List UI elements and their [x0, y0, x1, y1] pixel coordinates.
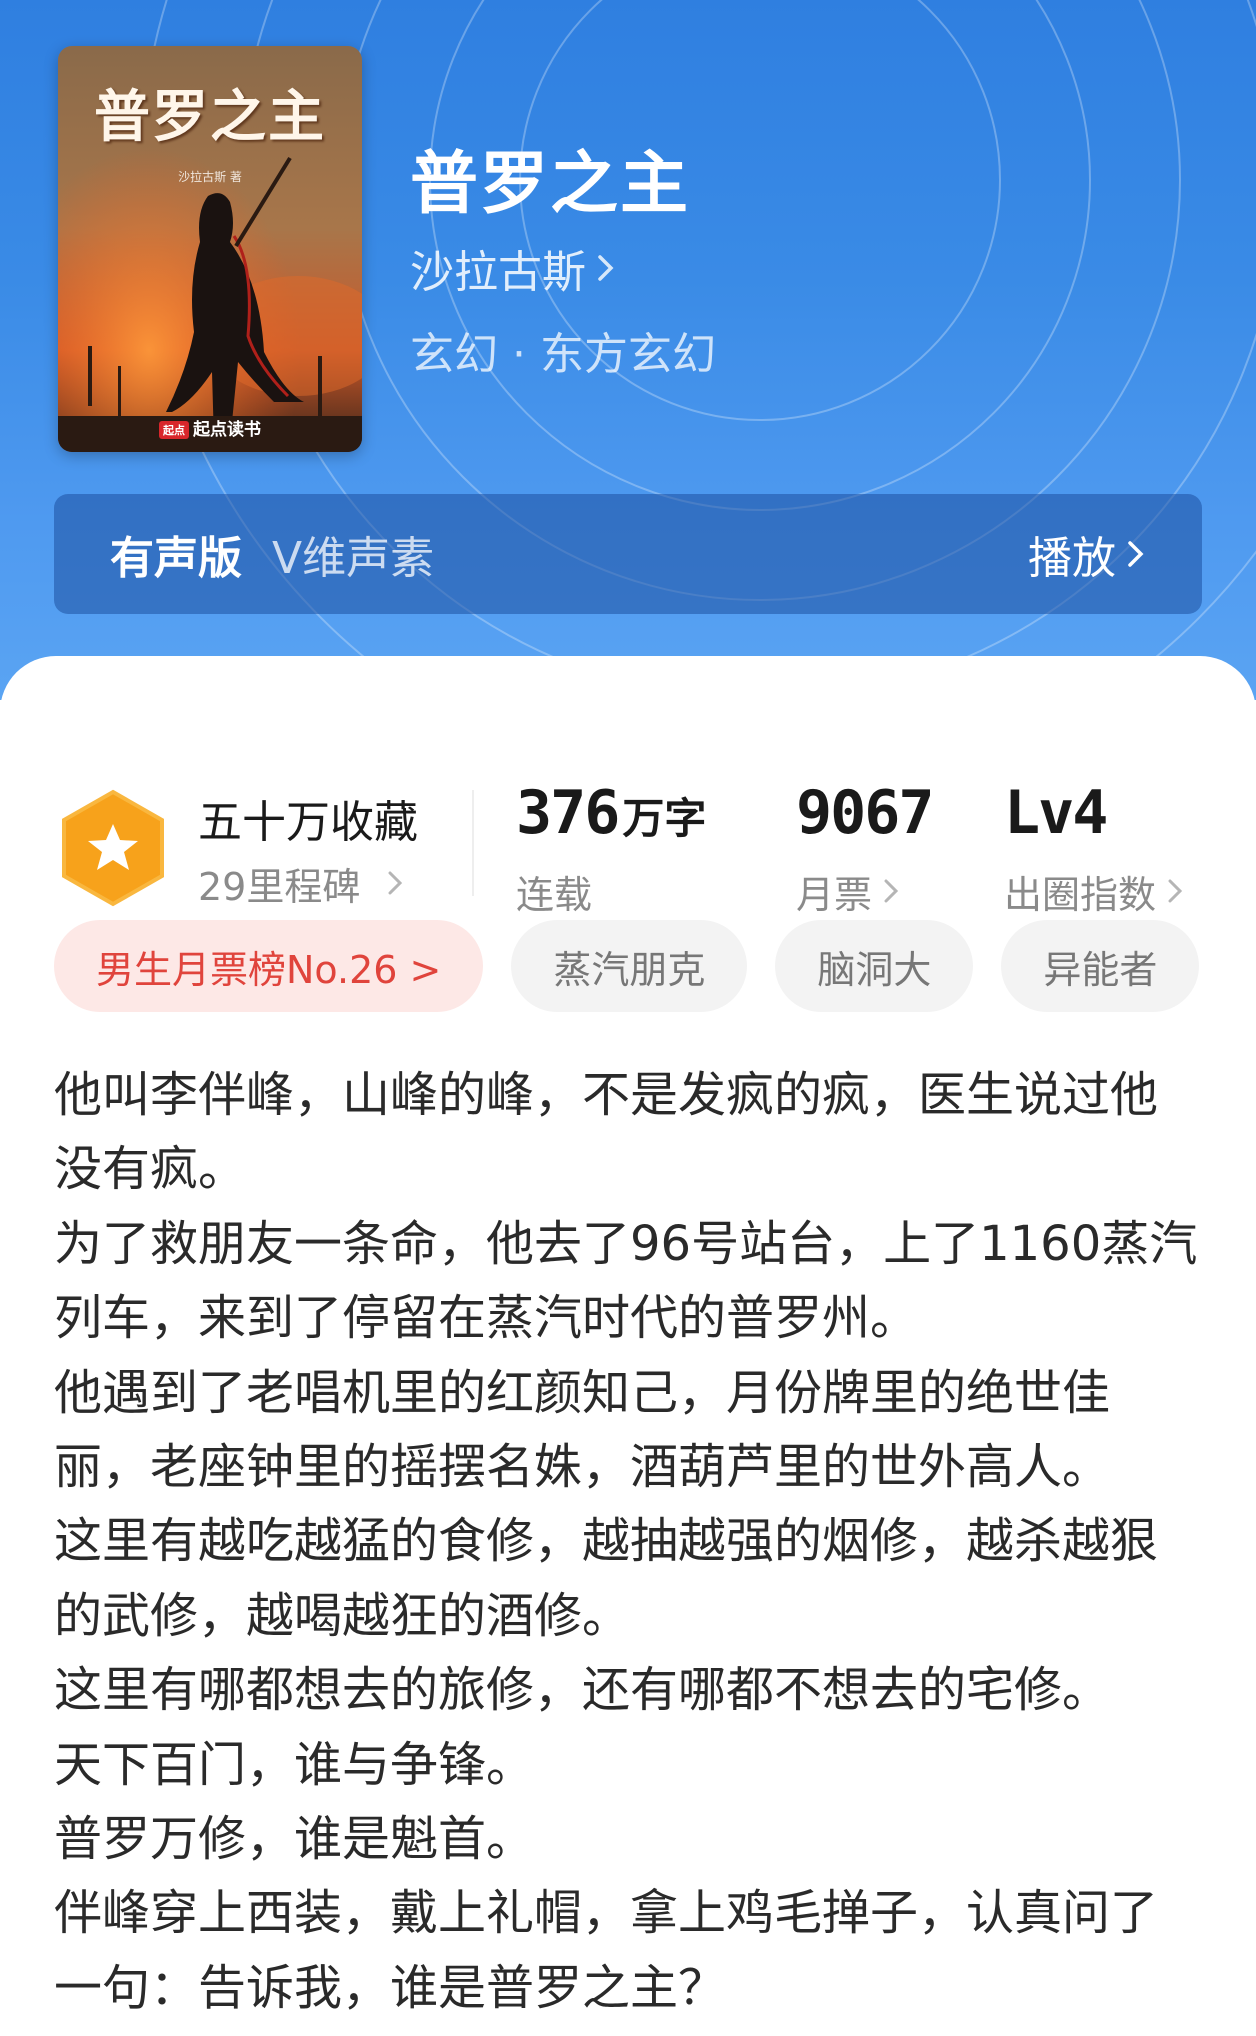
play-button[interactable]: 播放: [1028, 522, 1146, 586]
monthly-votes-label: 月票: [796, 873, 873, 917]
audiobook-label: 有声版: [110, 533, 242, 584]
influence-index-label: 出圈指数: [1004, 873, 1157, 917]
tag-list: 男生月票榜No.26 > 蒸汽朋克 脑洞大 异能者: [54, 920, 1200, 1012]
influence-index-stat[interactable]: Lv4 出圈指数: [1004, 778, 1184, 919]
stats-divider: [472, 790, 474, 896]
monthly-votes-stat[interactable]: 9067 月票: [796, 778, 934, 919]
cover-author-credit: 沙拉古斯 著: [178, 170, 242, 184]
synopsis-paragraph: 为了救朋友一条命，他去了96号站台，上了1160蒸汽列车，来到了停留在蒸汽时代的…: [54, 1215, 1198, 1347]
book-synopsis: 他叫李伴峰，山峰的峰，不是发疯的疯，医生说过他没有疯。 为了救朋友一条命，他去了…: [54, 1058, 1204, 2025]
synopsis-paragraph: 普罗万修，谁是魁首。: [54, 1811, 535, 1868]
milestone-link[interactable]: 29里程碑: [198, 856, 404, 911]
favorites-count: 五十万收藏: [198, 797, 418, 848]
star-badge-icon: [62, 789, 164, 907]
publisher-logo-icon: 起点: [159, 421, 189, 439]
book-header: 普罗之主 沙拉古斯 著 起点 起点读书 普罗之主 沙拉古斯 玄幻 · 东方玄幻 有…: [0, 0, 1256, 700]
word-count-value: 376: [516, 778, 620, 848]
influence-index-value: Lv4: [1004, 778, 1108, 848]
milestone-label: 29里程碑: [198, 865, 361, 909]
book-cover[interactable]: 普罗之主 沙拉古斯 著 起点 起点读书: [58, 46, 362, 452]
tag-monthly-rank[interactable]: 男生月票榜No.26 >: [54, 920, 484, 1012]
author-name: 沙拉古斯: [410, 247, 586, 298]
chevron-right-icon: [882, 870, 900, 914]
serial-status: 连载: [516, 873, 593, 917]
play-label: 播放: [1028, 533, 1116, 584]
publisher-name: 起点读书: [193, 420, 261, 440]
book-title: 普罗之主: [410, 144, 691, 224]
stats-row: 五十万收藏 29里程碑 376万字 连载 9067 月票 Lv4 出圈指数: [0, 716, 1256, 917]
chevron-right-icon: [1126, 529, 1146, 580]
audiobook-voice: V维声素: [272, 533, 435, 584]
synopsis-paragraph: 伴峰穿上西装，戴上礼帽，拿上鸡毛掸子，认真问了一句：告诉我，谁是普罗之主？: [54, 1885, 1159, 2016]
chevron-right-icon: [1166, 870, 1184, 914]
book-genre[interactable]: 玄幻 · 东方玄幻: [410, 318, 716, 382]
word-count-stat: 376万字 连载: [516, 778, 706, 919]
author-link[interactable]: 沙拉古斯: [410, 236, 616, 300]
synopsis-paragraph: 他叫李伴峰，山峰的峰，不是发疯的疯，医生说过他没有疯。: [54, 1067, 1159, 1198]
synopsis-paragraph: 这里有越吃越猛的食修，越抽越强的烟修，越杀越狠的武修，越喝越狂的酒修。: [54, 1513, 1159, 1644]
cover-title: 普罗之主: [94, 84, 326, 150]
audiobook-bar[interactable]: 有声版 V维声素 播放: [54, 494, 1202, 614]
synopsis-paragraph: 他遇到了老唱机里的红颜知己，月份牌里的绝世佳丽，老座钟里的摇摆名姝，酒葫芦里的世…: [54, 1364, 1111, 1496]
chevron-right-icon: [386, 862, 404, 906]
synopsis-paragraph: 天下百门，谁与争锋。: [54, 1736, 535, 1793]
synopsis-paragraph: 这里有哪都想去的旅修，还有哪都不想去的宅修。: [54, 1662, 1111, 1719]
tag-esper[interactable]: 异能者: [1001, 920, 1200, 1012]
tag-imaginative[interactable]: 脑洞大: [775, 920, 974, 1012]
monthly-votes-value: 9067: [796, 778, 934, 848]
word-count-unit: 万字: [622, 794, 707, 843]
cover-publisher: 起点 起点读书: [58, 415, 362, 440]
book-detail-card: 五十万收藏 29里程碑 376万字 连载 9067 月票 Lv4 出圈指数 男生…: [0, 656, 1256, 2036]
tag-steampunk[interactable]: 蒸汽朋克: [511, 920, 748, 1012]
chevron-right-icon: [596, 243, 616, 294]
